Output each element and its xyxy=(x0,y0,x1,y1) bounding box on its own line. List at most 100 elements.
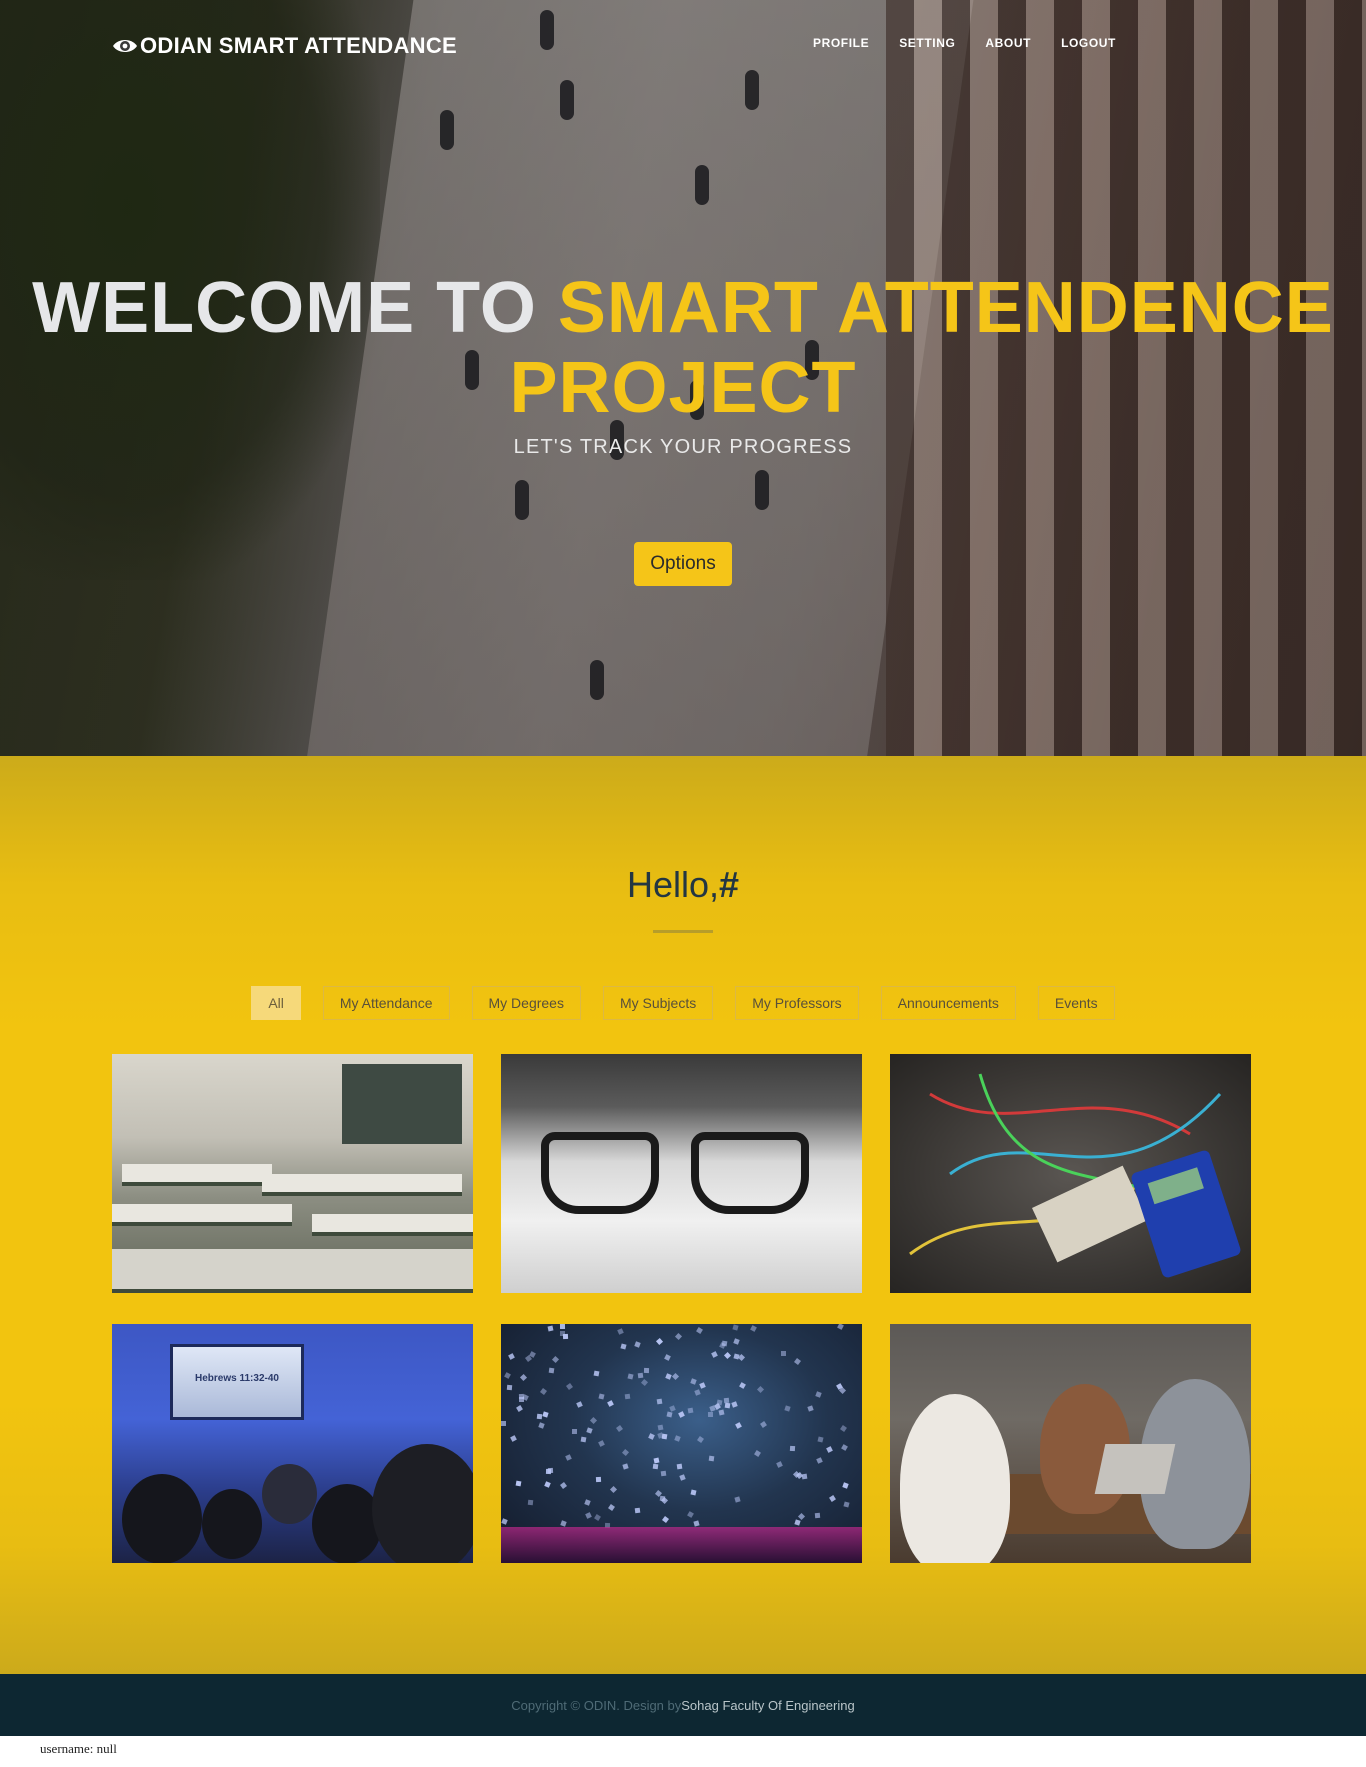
confetti-piece xyxy=(693,1520,700,1527)
filter-my-degrees[interactable]: My Degrees xyxy=(471,986,581,1020)
lecture-photo[interactable]: Hebrews 11:32-40 xyxy=(112,1324,473,1563)
confetti-piece xyxy=(718,1409,725,1416)
confetti-piece xyxy=(842,1482,849,1489)
confetti-piece xyxy=(624,1393,631,1400)
confetti-piece xyxy=(617,1328,624,1335)
confetti-piece xyxy=(699,1382,706,1389)
confetti-piece xyxy=(501,1518,508,1525)
confetti-piece xyxy=(696,1327,703,1334)
nav-setting[interactable]: SETTING xyxy=(899,36,955,50)
confetti-piece xyxy=(584,1499,591,1506)
person-left xyxy=(900,1394,1010,1563)
footer-copyright: Copyright © ODIN. Design by xyxy=(511,1697,682,1713)
confetti-piece xyxy=(547,1467,554,1474)
confetti-piece xyxy=(536,1413,543,1420)
confetti-piece xyxy=(547,1325,554,1332)
confetti-piece xyxy=(548,1367,555,1374)
confetti-piece xyxy=(538,1422,545,1429)
greeting-heading: Hello,# xyxy=(0,864,1366,906)
confetti-piece xyxy=(586,1427,593,1434)
confetti-piece xyxy=(627,1373,634,1380)
greeting-username: # xyxy=(719,864,740,905)
confetti-piece xyxy=(735,1422,742,1429)
glasses-lens-left xyxy=(541,1132,659,1214)
filter-announcements[interactable]: Announcements xyxy=(880,986,1016,1020)
confetti-piece xyxy=(660,1470,667,1477)
confetti-piece xyxy=(781,1351,786,1356)
confetti-piece xyxy=(837,1324,844,1330)
confetti-piece xyxy=(566,1383,573,1390)
confetti-piece xyxy=(655,1337,664,1346)
friends-cafe-photo[interactable] xyxy=(890,1324,1251,1563)
classroom-photo[interactable] xyxy=(112,1054,473,1293)
confetti-piece xyxy=(640,1378,649,1387)
options-button[interactable]: Options xyxy=(634,542,732,586)
confetti-piece xyxy=(659,1495,666,1502)
confetti-piece xyxy=(723,1351,732,1360)
confetti-piece xyxy=(634,1341,641,1348)
confetti-piece xyxy=(716,1399,723,1406)
confetti-piece xyxy=(508,1353,515,1360)
confetti-piece xyxy=(719,1342,726,1349)
confetti-piece xyxy=(754,1450,761,1457)
eye-icon xyxy=(113,40,137,52)
confetti-piece xyxy=(585,1512,592,1519)
confetti-piece xyxy=(794,1519,801,1526)
username-status: username: null xyxy=(40,1741,117,1756)
confetti-piece xyxy=(733,1338,740,1345)
confetti-piece xyxy=(676,1463,683,1470)
confetti-piece xyxy=(616,1425,623,1432)
nav-about[interactable]: ABOUT xyxy=(985,36,1031,50)
confetti-piece xyxy=(559,1324,566,1330)
filter-all[interactable]: All xyxy=(251,986,301,1020)
confetti-piece xyxy=(527,1499,534,1506)
confetti-piece xyxy=(756,1385,765,1394)
confetti-piece xyxy=(829,1495,836,1502)
nav-profile[interactable]: PROFILE xyxy=(813,36,869,50)
confetti-piece xyxy=(657,1424,664,1431)
confetti-piece xyxy=(797,1512,806,1521)
electronics-photo[interactable] xyxy=(890,1054,1251,1293)
classroom-desk xyxy=(312,1214,473,1236)
screen-text: Hebrews 11:32-40 xyxy=(195,1373,279,1384)
confetti-piece xyxy=(518,1393,525,1400)
confetti-piece xyxy=(678,1411,685,1418)
confetti-piece xyxy=(653,1457,660,1464)
confetti-piece xyxy=(542,1411,549,1418)
brand-logo[interactable]: ODIAN SMART ATTENDANCE xyxy=(112,30,457,62)
filter-events[interactable]: Events xyxy=(1037,986,1115,1020)
confetti-piece xyxy=(840,1425,847,1432)
confetti-piece xyxy=(598,1393,605,1400)
confetti-piece xyxy=(565,1454,572,1461)
footer-designer-link[interactable]: Sohag Faculty Of Engineering xyxy=(681,1698,854,1713)
confetti-piece xyxy=(637,1372,644,1379)
confetti-piece xyxy=(674,1332,683,1341)
glasses-photo[interactable] xyxy=(501,1054,862,1293)
confetti-piece xyxy=(734,1496,741,1503)
confetti-piece xyxy=(598,1440,605,1447)
hero-banner: ODIAN SMART ATTENDANCE PROFILE SETTING A… xyxy=(0,0,1366,756)
crowd-silhouette xyxy=(501,1527,862,1563)
confetti-piece xyxy=(826,1446,833,1453)
confetti-event-photo[interactable] xyxy=(501,1324,862,1563)
confetti-piece xyxy=(666,1411,673,1418)
confetti-piece xyxy=(816,1457,823,1464)
confetti-piece xyxy=(643,1367,650,1374)
nav-logout[interactable]: LOGOUT xyxy=(1061,36,1116,50)
confetti-piece xyxy=(559,1481,568,1490)
classroom-board xyxy=(342,1064,462,1144)
confetti-piece xyxy=(674,1435,681,1442)
confetti-piece xyxy=(793,1357,802,1366)
content-section: Hello,# All My Attendance My Degrees My … xyxy=(0,756,1366,1674)
confetti-piece xyxy=(690,1489,697,1496)
filter-my-subjects[interactable]: My Subjects xyxy=(602,986,714,1020)
confetti-piece xyxy=(501,1421,506,1426)
confetti-piece xyxy=(539,1387,548,1396)
confetti-piece xyxy=(679,1474,686,1481)
confetti-piece xyxy=(571,1428,578,1435)
confetti-piece xyxy=(661,1515,670,1524)
filter-my-professors[interactable]: My Professors xyxy=(735,986,859,1020)
greeting-hello: Hello, xyxy=(626,864,719,905)
confetti-piece xyxy=(620,1343,627,1350)
filter-my-attendance[interactable]: My Attendance xyxy=(322,986,450,1020)
